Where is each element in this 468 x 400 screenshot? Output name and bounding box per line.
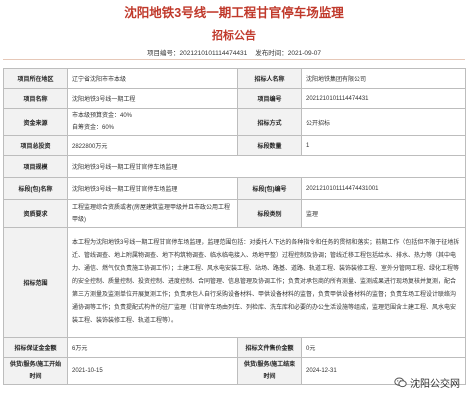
wechat-icon [394,377,407,388]
total-invest-label: 项目总投资 [3,135,68,156]
total-invest-value: 2822800万元 [67,135,238,156]
table-row: 招标保证金金额 6万元 招标文件售价金额 0元 [3,337,466,358]
project-no-value-cell: 2021210101114474431 [301,88,466,109]
category-value: 监理 [301,199,466,228]
qualification-label: 资质要求 [3,199,68,228]
table-row: 招标范围 本工程为沈阳地铁3号线一期工程甘官停车场监理，监理范围包括：对委托人下… [3,227,466,338]
doc-fee-value: 0元 [301,337,466,358]
notice-title: 沈阳地铁3号线一期工程甘官停车场监理 [124,6,344,20]
start-time-label: 供货/服务/施工开始时间 [3,357,68,385]
tenderer-label: 招标人名称 [237,68,302,89]
fund-source-value: 市本级预算资金：40% 自筹资金：60% [67,108,238,136]
tender-mode-value: 公开招标 [301,108,466,136]
notice-header: 沈阳地铁3号线一期工程甘官停车场监理 招标公告 项目编号：20212101011… [0,0,468,60]
publish-date-value: 2021-09-07 [287,50,321,57]
location-label: 项目所在地区 [3,68,68,89]
watermark: 沈阳公交网 [394,375,460,390]
project-no-label-cell: 项目编号 [237,88,302,109]
watermark-text: 沈阳公交网 [410,379,460,390]
project-no-label: 项目编号： [147,50,180,57]
end-time-label: 供货/服务/施工结束时间 [237,357,302,385]
section-name-label: 标段(包)名称 [3,177,68,200]
tenderer-value: 沈阳地铁集团有限公司 [301,68,466,89]
publish-date-label: 发布时间： [255,50,288,57]
project-name-value: 沈阳地铁3号线一期工程 [67,88,238,109]
table-row: 项目名称 沈阳地铁3号线一期工程 项目编号 202121010111447443… [3,88,466,109]
project-no-value: 2021210101114474431 [179,50,248,57]
section-no-label: 标段(包)编号 [237,177,302,200]
doc-fee-label: 招标文件售价金额 [237,337,302,358]
tender-info-table: 项目所在地区 辽宁省沈阳市市本级 招标人名称 沈阳地铁集团有限公司 项目名称 沈… [3,68,466,385]
start-time-value: 2021-10-15 [67,357,238,385]
section-no-value: 2021210101114474431001 [301,177,466,200]
table-row: 资金来源 市本级预算资金：40% 自筹资金：60% 招标方式 公开招标 [3,108,466,136]
table-row: 项目总投资 2822800万元 标段数量 1 [3,135,466,156]
scale-label: 项目规模 [3,155,68,178]
tender-mode-label: 招标方式 [237,108,302,136]
table-row: 项目规模 沈阳地铁3号线一期工程甘官停车场监理 [3,155,466,178]
fund-source-label: 资金来源 [3,108,68,136]
fund-source-line-1: 市本级预算资金：40% [72,113,133,119]
deposit-label: 招标保证金金额 [3,337,68,358]
header-divider [3,59,465,60]
scope-value: 本工程为沈阳地铁3号线一期工程甘官停车场监理，监理范围包括：对委托人下达的各种指… [67,227,466,338]
deposit-value: 6万元 [67,337,238,358]
category-label: 标段类别 [237,199,302,228]
notice-subtitle: 招标公告 [212,30,256,42]
table-row: 标段(包)名称 沈阳地铁3号线一期工程甘官停车场监理 标段(包)编号 20212… [3,177,466,200]
table-row: 资质要求 工程监理综合资质或者(房屋建筑监理甲级并且市政公用工程甲级) 标段类别… [3,199,466,228]
section-name-value: 沈阳地铁3号线一期工程甘官停车场监理 [67,177,238,200]
scope-label: 招标范围 [3,227,68,338]
project-name-label: 项目名称 [3,88,68,109]
table-row: 项目所在地区 辽宁省沈阳市市本级 招标人名称 沈阳地铁集团有限公司 [3,68,466,89]
qualification-value: 工程监理综合资质或者(房屋建筑监理甲级并且市政公用工程甲级) [67,199,238,228]
section-count-value: 1 [301,135,466,156]
fund-source-line-2: 自筹资金：60% [72,125,115,131]
scale-value: 沈阳地铁3号线一期工程甘官停车场监理 [67,155,466,178]
location-value: 辽宁省沈阳市市本级 [67,68,238,89]
section-count-label: 标段数量 [237,135,302,156]
